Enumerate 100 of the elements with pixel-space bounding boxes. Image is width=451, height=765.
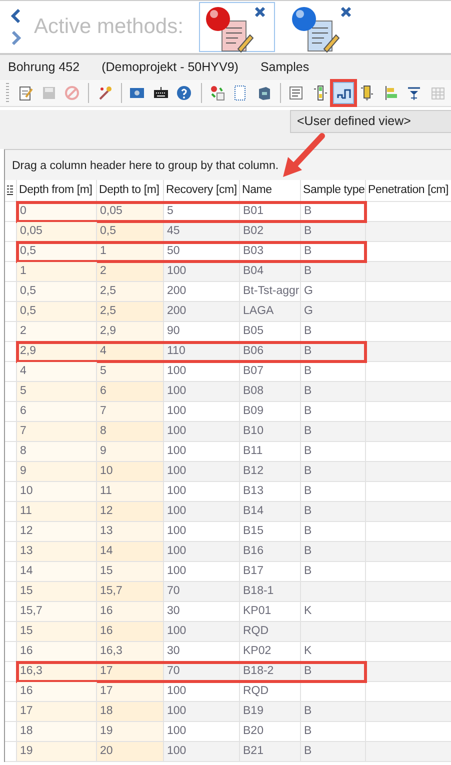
table-cell: 5: [20, 385, 26, 398]
table-cell: 0,05: [20, 225, 42, 238]
table-cell: Bt-Tst-aggr: [243, 285, 300, 298]
table-cell: B: [304, 705, 312, 718]
table-cell: 0,5: [20, 245, 36, 258]
table-cell: G: [304, 305, 313, 318]
table-cell: B: [304, 525, 312, 538]
table-cell: 100: [167, 625, 186, 638]
table-cell: 50: [167, 245, 180, 258]
page-icon: [232, 85, 248, 101]
table-cell: 16,3: [100, 645, 122, 658]
table-cell: 2,9: [20, 345, 36, 358]
table-cell: B: [304, 365, 312, 378]
table-cell: 9: [20, 465, 26, 478]
method-icon: [204, 5, 254, 53]
table-cell: RQD: [243, 625, 269, 638]
table-cell: 100: [167, 465, 186, 478]
column-header[interactable]: Penetration [cm]: [366, 180, 451, 202]
table-cell: 90: [167, 325, 180, 338]
back-icon[interactable]: [10, 9, 22, 23]
table-cell: 100: [167, 545, 186, 558]
help-icon: [176, 85, 192, 101]
table-cell: B10: [243, 425, 264, 438]
table-cell: 16,3: [20, 665, 42, 678]
table-cell: 100: [167, 505, 186, 518]
toolbar-button[interactable]: [333, 82, 354, 104]
table-cell: 7: [100, 405, 106, 418]
table-cell: 13: [20, 545, 33, 558]
method-tile[interactable]: [199, 2, 276, 52]
table-cell: 110: [167, 345, 186, 358]
table-cell: 4: [20, 365, 26, 378]
table-cell: KP01: [243, 605, 272, 618]
table-cell: 19: [100, 725, 113, 738]
table-cell: 11: [20, 505, 32, 518]
forward-icon[interactable]: [10, 31, 22, 45]
table-cell: B: [304, 425, 312, 438]
table-cell: B17: [243, 565, 264, 578]
table-cell: 200: [167, 305, 186, 318]
table-cell: 18: [20, 725, 33, 738]
table-cell: 45: [167, 225, 180, 238]
table-cell: 14: [100, 545, 113, 558]
table-cell: 100: [167, 265, 186, 278]
table-cell: B: [304, 445, 312, 458]
table-cell: 16: [100, 605, 113, 618]
table-cell: 6: [20, 405, 26, 418]
table-cell: B21: [243, 745, 264, 758]
table-cell: 30: [167, 605, 180, 618]
column-header[interactable]: Depth from [m]: [17, 180, 97, 202]
table-cell: B: [304, 665, 312, 678]
close-icon[interactable]: [340, 6, 352, 18]
notepad-icon: [17, 85, 34, 101]
table-cell: 30: [167, 645, 180, 658]
table-cell: B16: [243, 545, 264, 558]
table-cell: 100: [167, 425, 186, 438]
table-cell: 70: [167, 665, 180, 678]
sampler-icon: [359, 85, 376, 101]
column-header[interactable]: Recovery [cm]: [164, 180, 240, 202]
table-cell: 100: [167, 525, 186, 538]
table-cell: 19: [20, 745, 33, 758]
table-cell: B19: [243, 705, 264, 718]
table-cell: 0,5: [20, 305, 36, 318]
breadcrumb-item: Bohrung 452: [8, 59, 80, 76]
table-cell: 10: [100, 465, 113, 478]
table-cell: 16: [100, 625, 113, 638]
close-icon[interactable]: [254, 6, 266, 18]
table-cell: B: [304, 225, 312, 238]
column-header[interactable]: Sample type: [301, 180, 366, 202]
table-cell: 12: [100, 505, 113, 518]
column-chooser-icon[interactable]: [7, 185, 13, 196]
column-header[interactable]: Depth to [m]: [97, 180, 164, 202]
table-cell: 15,7: [100, 585, 122, 598]
table-cell: B04: [243, 265, 264, 278]
table-cell: 9: [100, 445, 106, 458]
column-header[interactable]: Name: [240, 180, 301, 202]
table-cell: 15: [100, 565, 113, 578]
table-cell: LAGA: [243, 305, 274, 318]
table-cell: 17: [20, 705, 33, 718]
table-cell: 200: [167, 285, 186, 298]
table-cell: B14: [243, 505, 264, 518]
table-cell: 15,7: [20, 605, 42, 618]
table-cell: K: [304, 645, 312, 658]
table-cell: 17: [100, 685, 113, 698]
table-cell: 18: [100, 705, 113, 718]
table-cell: 6: [100, 385, 106, 398]
no-entry-icon: [64, 85, 80, 101]
table-cell: B05: [243, 325, 264, 338]
table-cell: B07: [243, 365, 264, 378]
magic-wand-icon: [96, 85, 113, 101]
view-dropdown[interactable]: <User defined view>: [290, 110, 451, 133]
table-cell: 10: [20, 485, 33, 498]
table-cell: 7: [20, 425, 26, 438]
table-cell: B18-1: [243, 585, 274, 598]
table-cell: B15: [243, 525, 264, 538]
table-cell: 5: [100, 365, 106, 378]
list-icon: [288, 85, 304, 101]
align-icon: [382, 85, 399, 101]
table-cell: 16: [20, 645, 33, 658]
table-cell: B: [304, 465, 312, 478]
table-cell: 100: [167, 385, 186, 398]
table-cell: B: [304, 745, 312, 758]
